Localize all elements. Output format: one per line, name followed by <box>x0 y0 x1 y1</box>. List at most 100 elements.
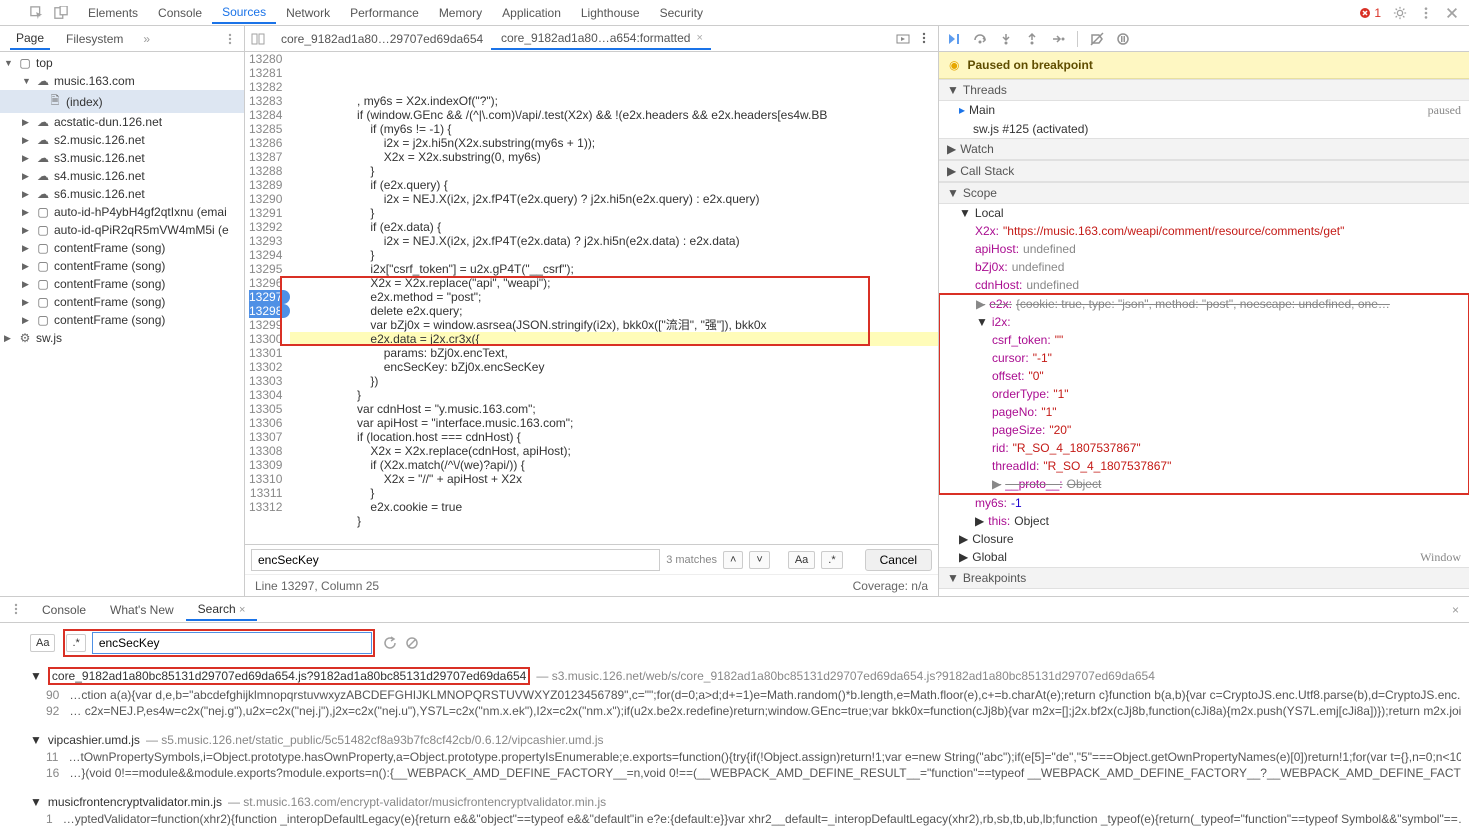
result-line[interactable]: 92… c2x=NEJ.P,es4w=c2x("nej.g"),u2x=c2x(… <box>30 703 1461 719</box>
tree-frame[interactable]: ▶contentFrame (song) <box>0 275 244 293</box>
find-input[interactable] <box>251 549 660 571</box>
panel-menu-icon[interactable] <box>224 33 236 45</box>
device-icon[interactable] <box>54 6 68 20</box>
scope-var[interactable]: rid: "R_SO_4_1807537867" <box>940 439 1468 457</box>
tab-elements[interactable]: Elements <box>78 2 148 24</box>
scope-var[interactable]: ▶__proto__: Object <box>940 475 1468 493</box>
match-case-toggle[interactable]: Aa <box>30 634 55 652</box>
scope-var[interactable]: orderType: "1" <box>940 385 1468 403</box>
code-editor[interactable]: 1328013281132821328313284132851328613287… <box>245 52 938 544</box>
tree-domain[interactable]: ▶s3.music.126.net <box>0 149 244 167</box>
page-tab[interactable]: Page <box>10 27 50 50</box>
close-tab-icon[interactable]: × <box>696 32 702 44</box>
tree-frame[interactable]: ▶auto-id-qPiR2qR5mVW4mM5i (e <box>0 221 244 239</box>
scope-var[interactable]: my6s: -1 <box>939 494 1469 512</box>
callstack-section[interactable]: ▶Call Stack <box>939 160 1469 182</box>
scope-var[interactable]: X2x: "https://music.163.com/weapi/commen… <box>939 222 1469 240</box>
file-tab-active[interactable]: core_9182ad1a80…a654:formatted× <box>491 28 711 50</box>
file-nav-icon[interactable] <box>251 32 265 46</box>
thread-main[interactable]: ▸Mainpaused <box>939 101 1469 120</box>
more-tabs-icon[interactable]: » <box>143 32 150 46</box>
breakpoints-section[interactable]: ▼Breakpoints <box>939 567 1469 589</box>
tab-network[interactable]: Network <box>276 2 340 24</box>
deactivate-breakpoints-icon[interactable] <box>1090 32 1104 46</box>
scope-var[interactable]: cursor: "-1" <box>940 349 1468 367</box>
match-case-toggle[interactable]: Aa <box>788 551 815 569</box>
scope-var[interactable]: ▶this: Object <box>939 512 1469 530</box>
tree-domain[interactable]: ▶acstatic-dun.126.net <box>0 113 244 131</box>
find-prev-button[interactable]: ˄ <box>723 551 743 569</box>
scope-var[interactable]: apiHost: undefined <box>939 240 1469 258</box>
result-file[interactable]: ▼musicfrontencryptvalidator.min.js— st.m… <box>30 791 1461 811</box>
tree-serviceworker[interactable]: ▶sw.js <box>0 329 244 347</box>
search-input[interactable] <box>92 632 372 654</box>
tree-domain[interactable]: ▶s2.music.126.net <box>0 131 244 149</box>
tree-top[interactable]: ▼top <box>0 54 244 72</box>
filesystem-tab[interactable]: Filesystem <box>60 28 129 50</box>
threads-section[interactable]: ▼Threads <box>939 79 1469 101</box>
result-line[interactable]: 11…tOwnPropertySymbols,i=Object.prototyp… <box>30 749 1461 765</box>
scope-i2x[interactable]: ▼i2x: <box>940 313 1468 331</box>
result-line[interactable]: 1…yptedValidator=function(xhr2){function… <box>30 811 1461 827</box>
scope-local[interactable]: ▼Local <box>939 204 1469 222</box>
find-next-button[interactable]: ˅ <box>749 551 769 569</box>
scope-var[interactable]: ▶e2x: {cookie: true, type: "json", metho… <box>940 295 1468 313</box>
gear-icon[interactable] <box>1393 6 1407 20</box>
tab-console[interactable]: Console <box>148 2 212 24</box>
tree-domain[interactable]: ▼music.163.com <box>0 72 244 90</box>
scope-var[interactable]: threadId: "R_SO_4_1807537867" <box>940 457 1468 475</box>
scope-global[interactable]: ▶GlobalWindow <box>939 548 1469 567</box>
tab-memory[interactable]: Memory <box>429 2 492 24</box>
drawer-close-icon[interactable]: × <box>1452 603 1459 617</box>
thread-sw[interactable]: sw.js #125 (activated) <box>939 120 1469 138</box>
regex-toggle[interactable]: .* <box>66 634 85 652</box>
scope-var[interactable]: bZj0x: undefined <box>939 258 1469 276</box>
tree-domain[interactable]: ▶s6.music.126.net <box>0 185 244 203</box>
result-line[interactable]: 90…ction a(a){var d,e,b="abcdefghijklmno… <box>30 687 1461 703</box>
scope-var[interactable]: pageNo: "1" <box>940 403 1468 421</box>
tab-lighthouse[interactable]: Lighthouse <box>571 2 650 24</box>
scope-var[interactable]: pageSize: "20" <box>940 421 1468 439</box>
find-cancel-button[interactable]: Cancel <box>865 549 932 571</box>
tab-security[interactable]: Security <box>650 2 713 24</box>
drawer-tab-search[interactable]: Search × <box>186 598 258 621</box>
step-icon[interactable] <box>1051 32 1065 46</box>
step-into-icon[interactable] <box>999 32 1013 46</box>
result-file[interactable]: ▼core_9182ad1a80bc85131d29707ed69da654.j… <box>30 663 1461 687</box>
panel-menu-icon[interactable] <box>918 32 930 44</box>
refresh-icon[interactable] <box>383 636 397 650</box>
step-out-icon[interactable] <box>1025 32 1039 46</box>
tree-index[interactable]: (index) <box>0 90 244 113</box>
clear-icon[interactable] <box>405 636 419 650</box>
watch-section[interactable]: ▶Watch <box>939 138 1469 160</box>
drawer-menu-icon[interactable] <box>10 603 22 615</box>
scope-var[interactable]: cdnHost: undefined <box>939 276 1469 294</box>
result-line[interactable]: 16…}(void 0!==module&&module.exports?mod… <box>30 765 1461 781</box>
tree-frame[interactable]: ▶contentFrame (song) <box>0 311 244 329</box>
tree-frame[interactable]: ▶contentFrame (song) <box>0 239 244 257</box>
tab-sources[interactable]: Sources <box>212 1 276 24</box>
run-icon[interactable] <box>896 32 910 46</box>
tree-frame[interactable]: ▶auto-id-hP4ybH4gf2qtIxnu (emai <box>0 203 244 221</box>
scope-closure[interactable]: ▶Closure <box>939 530 1469 548</box>
drawer-tab-whatsnew[interactable]: What's New <box>98 599 186 621</box>
tree-frame[interactable]: ▶contentFrame (song) <box>0 293 244 311</box>
tree-domain[interactable]: ▶s4.music.126.net <box>0 167 244 185</box>
drawer-tab-console[interactable]: Console <box>30 599 98 621</box>
tree-frame[interactable]: ▶contentFrame (song) <box>0 257 244 275</box>
scope-var[interactable]: csrf_token: "" <box>940 331 1468 349</box>
error-badge[interactable]: 1 <box>1359 6 1381 20</box>
file-tab[interactable]: core_9182ad1a80…29707ed69da654 <box>271 29 491 49</box>
scope-var[interactable]: offset: "0" <box>940 367 1468 385</box>
tab-performance[interactable]: Performance <box>340 2 429 24</box>
close-icon[interactable] <box>1445 6 1459 20</box>
regex-toggle[interactable]: .* <box>821 551 842 569</box>
scope-section[interactable]: ▼Scope <box>939 182 1469 204</box>
step-over-icon[interactable] <box>973 32 987 46</box>
more-vertical-icon[interactable] <box>1419 6 1433 20</box>
resume-icon[interactable] <box>947 32 961 46</box>
inspect-icon[interactable] <box>30 6 44 20</box>
tab-application[interactable]: Application <box>492 2 571 24</box>
result-file[interactable]: ▼vipcashier.umd.js— s5.music.126.net/sta… <box>30 729 1461 749</box>
pause-exceptions-icon[interactable] <box>1116 32 1130 46</box>
